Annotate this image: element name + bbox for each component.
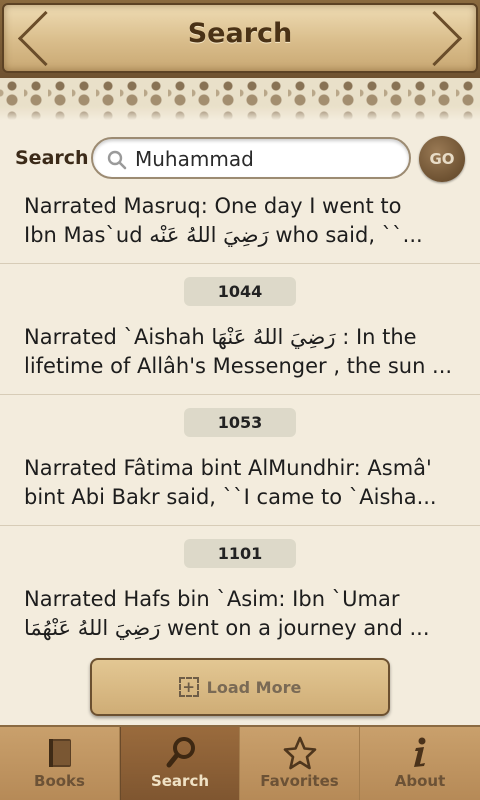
- result-text-line-2: lifetime of Allâh's Messenger , the sun …: [24, 354, 453, 378]
- result-item[interactable]: Narrated Fâtima bint AlMundhir: Asmâ' bi…: [0, 450, 480, 526]
- bottom-tab-bar: Books Search Favorites About: [0, 725, 480, 800]
- hadith-number-badge: 1053: [184, 408, 296, 437]
- info-icon: [414, 737, 426, 767]
- result-text-line-1: Narrated `Aishah رَضِيَ اللهُ عَنْهَا : …: [24, 325, 417, 349]
- load-more-label: Load More: [206, 677, 302, 697]
- tab-label: About: [394, 772, 446, 790]
- book-icon: [49, 739, 71, 767]
- search-icon: [107, 150, 127, 170]
- header-bar: Search: [0, 0, 480, 78]
- tab-search[interactable]: Search: [120, 727, 240, 800]
- result-item[interactable]: Narrated Hafs bin `Asim: Ibn `Umar رَضِي…: [0, 581, 480, 657]
- reference-row: 1053: [0, 395, 480, 450]
- reference-row: 1101: [0, 526, 480, 581]
- result-text-line-2: bint Abi Bakr said, ``I came to `Aisha..…: [24, 485, 437, 509]
- decorative-ornament-band: [0, 78, 480, 120]
- search-icon: [166, 737, 195, 768]
- search-box[interactable]: [91, 137, 411, 179]
- result-text-line-1: Narrated Fâtima bint AlMundhir: Asmâ': [24, 456, 432, 480]
- tab-favorites[interactable]: Favorites: [240, 727, 360, 800]
- tab-books[interactable]: Books: [0, 727, 120, 800]
- result-item[interactable]: Narrated Masruq: One day I went to Ibn M…: [0, 188, 480, 264]
- tab-about[interactable]: About: [360, 727, 480, 800]
- tab-label: Search: [150, 772, 210, 790]
- results-list: Narrated Masruq: One day I went to Ibn M…: [0, 188, 480, 657]
- tab-label: Favorites: [260, 772, 339, 790]
- go-button[interactable]: GO: [419, 136, 465, 182]
- result-text-line-2: رَضِيَ اللهُ عَنْهُمَا went on a journey…: [24, 616, 430, 640]
- load-more-button[interactable]: + Load More: [90, 658, 390, 716]
- hadith-number-badge: 1101: [184, 539, 296, 568]
- tab-label: Books: [34, 772, 85, 790]
- search-input[interactable]: [135, 145, 395, 173]
- hadith-number-badge: 1044: [184, 277, 296, 306]
- star-icon: [283, 736, 317, 770]
- page-title: Search: [187, 18, 293, 49]
- result-text-line-2: Ibn Mas`ud رَضِيَ اللهُ عَنْه who said, …: [24, 223, 423, 247]
- search-label: Search: [15, 147, 89, 169]
- result-item[interactable]: Narrated `Aishah رَضِيَ اللهُ عَنْهَا : …: [0, 319, 480, 395]
- plus-icon: +: [178, 677, 199, 697]
- reference-row: 1044: [0, 264, 480, 319]
- result-text-line-1: Narrated Hafs bin `Asim: Ibn `Umar: [24, 587, 400, 611]
- result-text-line-1: Narrated Masruq: One day I went to: [24, 194, 402, 218]
